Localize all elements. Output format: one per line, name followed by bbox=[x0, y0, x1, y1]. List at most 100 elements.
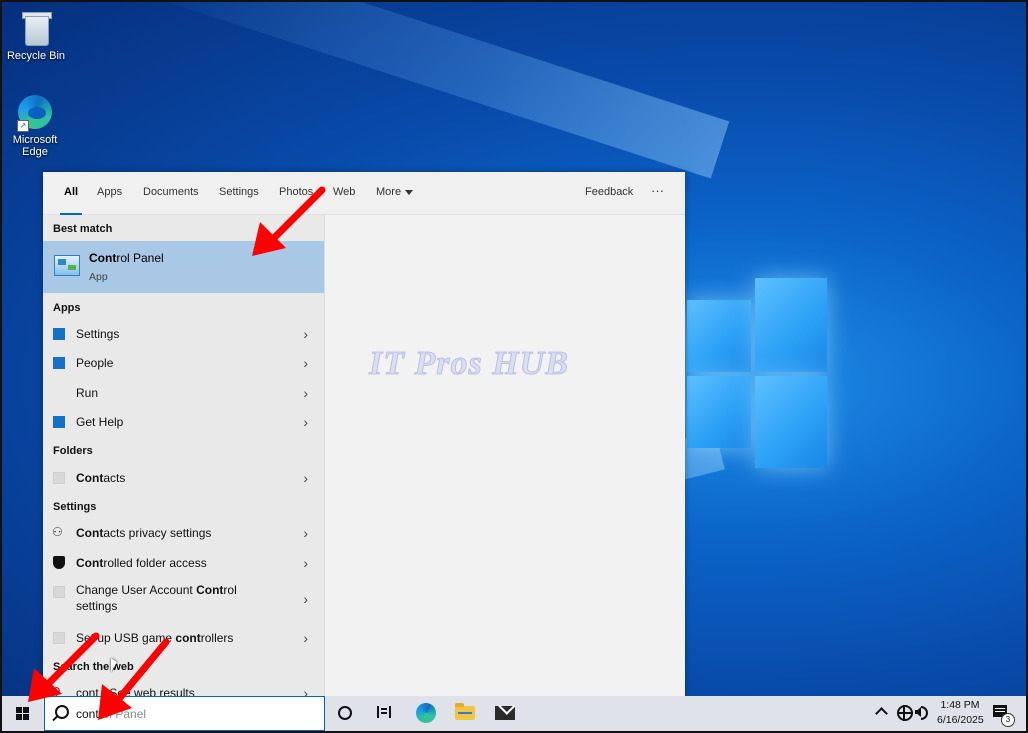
chevron-right-icon[interactable]: › bbox=[303, 555, 308, 571]
list-item-controlled-folder-access[interactable]: Controlled folder access › bbox=[43, 549, 324, 577]
list-item-label: Contacts bbox=[76, 471, 125, 485]
desktop-icon-recycle-bin[interactable]: Recycle Bin bbox=[0, 8, 72, 62]
list-item-label: People bbox=[76, 356, 114, 370]
taskbar-mail-button[interactable] bbox=[486, 696, 526, 731]
match-highlight: Cont bbox=[76, 556, 104, 570]
desktop-icon-label: Microsoft Edge bbox=[12, 134, 58, 158]
tab-more-label: More bbox=[376, 186, 402, 198]
match-highlight: Cont bbox=[76, 471, 104, 485]
chevron-right-icon[interactable]: › bbox=[303, 470, 308, 486]
chevron-right-icon[interactable]: › bbox=[303, 685, 308, 696]
system-clock[interactable]: 1:48 PM 6/16/2025 bbox=[937, 698, 984, 728]
chevron-right-icon[interactable]: › bbox=[303, 326, 308, 342]
cortana-button[interactable] bbox=[325, 696, 365, 731]
tab-all[interactable]: All bbox=[59, 186, 83, 215]
taskbar-file-explorer-button[interactable] bbox=[446, 696, 486, 731]
desktop-icon-edge[interactable]: ↗ Microsoft Edge bbox=[0, 92, 70, 158]
chevron-right-icon[interactable]: › bbox=[303, 525, 308, 541]
search-results-panel: All Apps Documents Settings Photos Web M… bbox=[43, 172, 685, 696]
match-rest: acts privacy settings bbox=[103, 526, 212, 540]
annotation-arrow-tabs bbox=[252, 186, 326, 256]
match-highlight: Cont bbox=[89, 251, 117, 265]
results-list: Best match Control Panel App Apps Settin… bbox=[43, 215, 324, 696]
mail-icon bbox=[495, 706, 515, 720]
tab-documents[interactable]: Documents bbox=[143, 186, 199, 198]
match-highlight: Cont bbox=[76, 526, 104, 540]
match-rest: rollers bbox=[200, 631, 234, 645]
list-item-settings[interactable]: Settings › bbox=[43, 320, 324, 348]
tab-apps[interactable]: Apps bbox=[97, 186, 122, 198]
file-explorer-icon bbox=[455, 703, 475, 720]
task-view-button[interactable] bbox=[365, 696, 405, 731]
list-item-label: Get Help bbox=[76, 415, 124, 429]
edge-icon bbox=[416, 703, 436, 723]
clock-time: 1:48 PM bbox=[940, 699, 980, 711]
list-item-people[interactable]: People › bbox=[43, 349, 324, 377]
list-item-contacts-privacy[interactable]: ⚇ Contacts privacy settings › bbox=[43, 519, 324, 547]
task-view-icon bbox=[377, 706, 391, 718]
match-highlight: cont bbox=[175, 631, 201, 645]
chevron-right-icon[interactable]: › bbox=[303, 414, 308, 430]
feedback-link[interactable]: Feedback bbox=[585, 186, 633, 198]
section-header-folders: Folders bbox=[53, 445, 93, 457]
more-options-icon[interactable]: ··· bbox=[651, 183, 664, 198]
windows-logo-wallpaper bbox=[687, 278, 827, 468]
chevron-right-icon[interactable]: › bbox=[303, 385, 308, 401]
control-panel-icon bbox=[54, 255, 80, 276]
list-item-contacts-folder[interactable]: Contacts › bbox=[43, 464, 324, 492]
list-item-label: Change User Account Control settings bbox=[76, 582, 266, 614]
shield-icon bbox=[53, 556, 65, 569]
best-match-title: Control Panel bbox=[89, 251, 164, 265]
tab-more[interactable]: More bbox=[376, 186, 414, 198]
preview-pane: IT Pros HUB bbox=[324, 215, 685, 696]
get-help-app-icon bbox=[53, 416, 65, 428]
watermark-text: IT Pros HUB bbox=[369, 345, 569, 383]
match-rest: acts bbox=[103, 471, 126, 485]
tab-web[interactable]: Web bbox=[333, 186, 355, 198]
desktop-icon-label: Recycle Bin bbox=[6, 50, 66, 62]
match-pre: Change User Account bbox=[76, 583, 197, 597]
chevron-right-icon[interactable]: › bbox=[303, 630, 308, 646]
annotation-arrow-search bbox=[98, 638, 170, 720]
search-filter-tabs: All Apps Documents Settings Photos Web M… bbox=[43, 172, 685, 215]
chevron-down-icon bbox=[405, 189, 414, 195]
notification-count-badge: 3 bbox=[1001, 713, 1015, 727]
clock-date: 6/16/2025 bbox=[937, 714, 984, 726]
search-icon bbox=[55, 705, 69, 719]
show-hidden-icons-icon[interactable] bbox=[875, 707, 888, 720]
light-beam bbox=[121, 0, 730, 179]
edge-icon: ↗ bbox=[15, 92, 55, 132]
chevron-right-icon[interactable]: › bbox=[303, 591, 308, 607]
match-highlight: Cont bbox=[196, 583, 224, 597]
section-header-best-match: Best match bbox=[53, 223, 113, 235]
list-item-uac-settings[interactable]: Change User Account Control settings › bbox=[43, 578, 324, 620]
logo-pane bbox=[687, 376, 751, 448]
people-app-icon bbox=[53, 357, 65, 369]
uac-icon bbox=[53, 586, 65, 598]
section-header-apps: Apps bbox=[53, 302, 81, 314]
annotation-arrow-start bbox=[28, 632, 100, 702]
logo-pane bbox=[755, 376, 827, 468]
shortcut-arrow-icon: ↗ bbox=[17, 120, 29, 132]
list-item-get-help[interactable]: Get Help › bbox=[43, 408, 324, 436]
people-icon: ⚇ bbox=[52, 525, 63, 539]
windows-start-icon bbox=[16, 707, 30, 721]
match-rest: rolled folder access bbox=[103, 556, 207, 570]
list-item-label: Contacts privacy settings bbox=[76, 526, 211, 540]
cortana-icon bbox=[338, 706, 352, 720]
list-item-label: Controlled folder access bbox=[76, 556, 207, 570]
match-rest: rol Panel bbox=[116, 251, 164, 265]
volume-wave-icon bbox=[921, 706, 928, 720]
list-item-run[interactable]: Run › bbox=[43, 379, 324, 407]
list-item-label: Settings bbox=[76, 327, 120, 341]
folder-icon bbox=[53, 472, 65, 484]
logo-pane bbox=[687, 300, 751, 372]
logo-pane bbox=[755, 278, 827, 372]
section-header-settings: Settings bbox=[53, 501, 97, 513]
taskbar-edge-button[interactable] bbox=[406, 696, 446, 731]
best-match-type: App bbox=[89, 271, 108, 283]
chevron-right-icon[interactable]: › bbox=[303, 355, 308, 371]
list-item-label: Run bbox=[76, 386, 99, 400]
recycle-bin-icon bbox=[16, 8, 56, 48]
network-icon[interactable] bbox=[897, 705, 913, 721]
